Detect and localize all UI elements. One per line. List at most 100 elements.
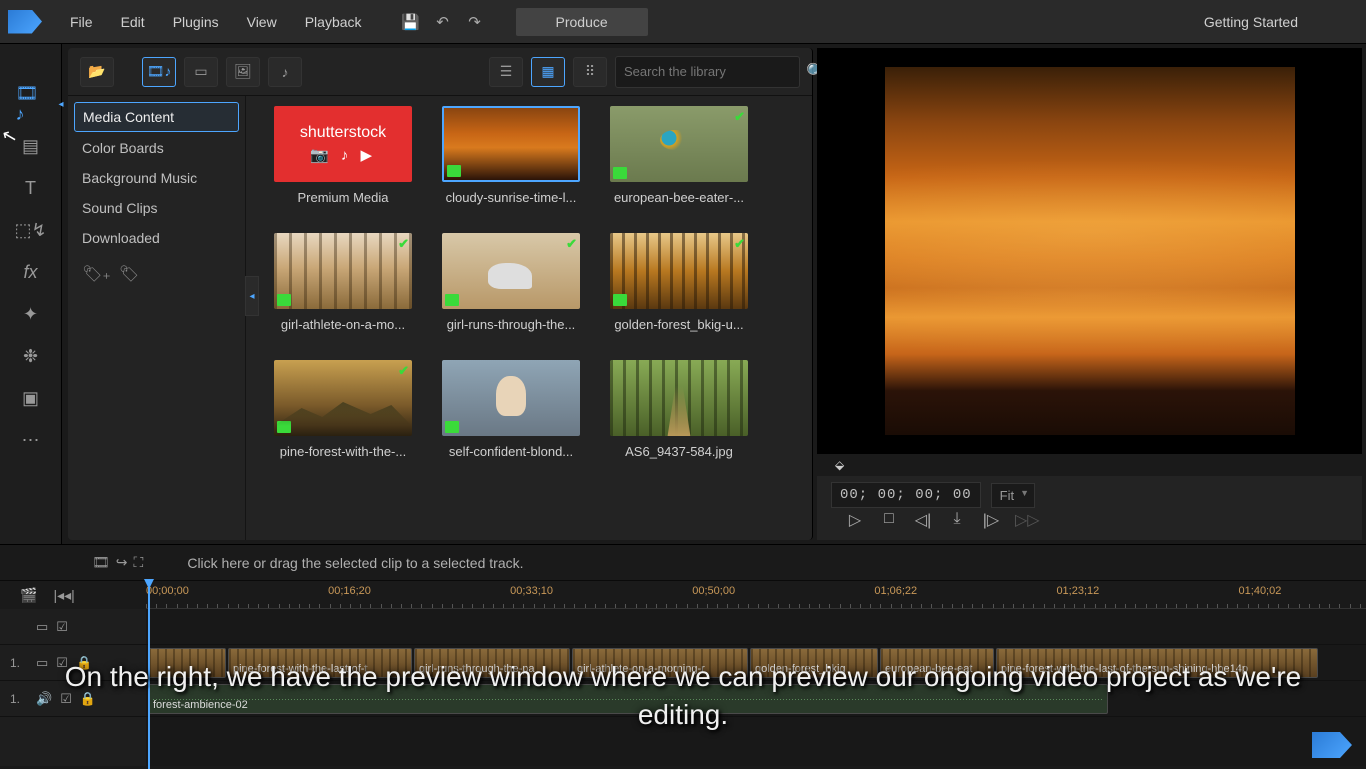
media-thumbnail[interactable]: ✔: [442, 233, 580, 309]
stop-icon[interactable]: □: [879, 510, 899, 530]
getting-started-link[interactable]: Getting Started: [1204, 14, 1298, 30]
media-thumbnail[interactable]: [442, 360, 580, 436]
search-input[interactable]: [624, 64, 800, 79]
media-item[interactable]: ✔girl-runs-through-the...: [442, 233, 580, 332]
timeline-clip[interactable]: girl-athlete-on-a-morning-r: [572, 648, 748, 678]
tl-tool-cut-icon[interactable]: 🎞: [92, 554, 110, 571]
cat-media-content[interactable]: Media Content: [74, 102, 239, 132]
rail-more-icon[interactable]: ⋯: [16, 428, 46, 452]
track-row-audio-1[interactable]: forest-ambience-02: [146, 681, 1366, 717]
track-lock-icon[interactable]: 🔒: [80, 691, 96, 707]
track-header-video-1[interactable]: 1.▭☑🔒: [0, 645, 146, 681]
used-check-icon: ✔: [566, 236, 577, 252]
media-item[interactable]: ✔pine-forest-with-the-...: [274, 360, 412, 459]
media-item[interactable]: ✔girl-athlete-on-a-mo...: [274, 233, 412, 332]
play-icon[interactable]: ▷: [845, 510, 865, 530]
cat-downloaded[interactable]: Downloaded: [74, 224, 239, 252]
media-thumbnail[interactable]: ✔: [274, 233, 412, 309]
filter-all-icon[interactable]: 🎞♪: [142, 57, 176, 87]
rail-transition-icon[interactable]: ⬚↯: [16, 218, 46, 242]
media-thumbnail[interactable]: ✔: [610, 233, 748, 309]
timeline-clip[interactable]: [148, 648, 226, 678]
tl-view-movie-icon[interactable]: 🎬: [20, 587, 37, 604]
tag-add-icon[interactable]: 🏷₊: [82, 264, 111, 284]
timeline-clip[interactable]: pine-forest-with-the-last-of-the-sun-shi…: [996, 648, 1318, 678]
clip-badge-icon: [613, 294, 627, 306]
view-list-icon[interactable]: ☰: [489, 57, 523, 87]
track-visible-icon[interactable]: ☑: [56, 655, 68, 671]
track-content[interactable]: pine-forest-with-the-last-of-tgirl-runs-…: [146, 609, 1366, 766]
menu-playback[interactable]: Playback: [293, 8, 374, 36]
media-item[interactable]: shutterstock📷 ♪ ▶Premium Media: [274, 106, 412, 205]
ruler-tick-label: 00;50;00: [692, 585, 735, 597]
track-visible-icon[interactable]: ☑: [56, 619, 68, 635]
view-grid-icon[interactable]: ▦: [531, 57, 565, 87]
tag-icon[interactable]: 🏷: [119, 264, 139, 284]
snapshot-icon[interactable]: ⤓: [947, 510, 967, 530]
next-frame-icon[interactable]: |▷: [981, 510, 1001, 530]
track-row-video-1[interactable]: pine-forest-with-the-last-of-tgirl-runs-…: [146, 645, 1366, 681]
media-item[interactable]: self-confident-blond...: [442, 360, 580, 459]
search-box[interactable]: 🔍: [615, 56, 800, 88]
rail-overlay-icon[interactable]: ✦: [16, 302, 46, 326]
timeline-clip[interactable]: girl-runs-through-the-pa: [414, 648, 570, 678]
ruler-tick-label: 01;06;22: [874, 585, 917, 597]
track-visible-icon[interactable]: ☑: [60, 691, 72, 707]
track-row-master[interactable]: [146, 609, 1366, 645]
media-thumbnail[interactable]: shutterstock📷 ♪ ▶: [274, 106, 412, 182]
playhead[interactable]: [148, 581, 150, 769]
rail-media-icon[interactable]: 🎞♪: [16, 92, 46, 116]
prev-frame-icon[interactable]: ◁|: [913, 510, 933, 530]
save-icon[interactable]: 💾: [398, 9, 424, 35]
rail-fx-icon[interactable]: fx: [16, 260, 46, 284]
cat-sound-clips[interactable]: Sound Clips: [74, 194, 239, 222]
track-header-master[interactable]: ▭☑: [0, 609, 146, 645]
menu-edit[interactable]: Edit: [109, 8, 157, 36]
media-item[interactable]: ✔european-bee-eater-...: [610, 106, 748, 205]
timeline-clip[interactable]: european-bee-eat: [880, 648, 994, 678]
media-item[interactable]: AS6_9437-584.jpg: [610, 360, 748, 459]
used-check-icon: ✔: [398, 363, 409, 379]
track-lock-icon[interactable]: 🔒: [76, 655, 92, 671]
rail-particle-icon[interactable]: ❉: [16, 344, 46, 368]
menu-view[interactable]: View: [235, 8, 289, 36]
redo-icon[interactable]: ↷: [462, 9, 488, 35]
media-label: self-confident-blond...: [442, 444, 580, 459]
media-grid-scroll[interactable]: shutterstock📷 ♪ ▶Premium Media cloudy-sun…: [246, 96, 812, 540]
filter-image-icon[interactable]: 🖼: [226, 57, 260, 87]
rail-subtitle-icon[interactable]: ▣: [16, 386, 46, 410]
clip-badge-icon: [613, 167, 627, 179]
timeline-audio-clip[interactable]: forest-ambience-02: [148, 684, 1108, 714]
menu-plugins[interactable]: Plugins: [161, 8, 231, 36]
media-thumbnail[interactable]: [610, 360, 748, 436]
fast-forward-icon[interactable]: ▷▷: [1015, 510, 1035, 530]
cat-color-boards[interactable]: Color Boards: [74, 134, 239, 162]
rail-rooms-icon[interactable]: ▤: [16, 134, 46, 158]
zoom-fit-dropdown[interactable]: Fit: [991, 483, 1035, 508]
tl-tool-crop-icon[interactable]: ⛶: [134, 554, 144, 571]
cat-background-music[interactable]: Background Music: [74, 164, 239, 192]
preview-canvas[interactable]: [817, 48, 1362, 454]
view-options-icon[interactable]: ⠿: [573, 57, 607, 87]
produce-button[interactable]: Produce: [516, 8, 648, 36]
media-item[interactable]: ✔golden-forest_bkig-u...: [610, 233, 748, 332]
filter-audio-icon[interactable]: ♪: [268, 57, 302, 87]
menu-file[interactable]: File: [58, 8, 105, 36]
tl-view-marker-icon[interactable]: |◂◂|: [53, 587, 74, 604]
undo-icon[interactable]: ↶: [430, 9, 456, 35]
timeline-clip[interactable]: pine-forest-with-the-last-of-t: [228, 648, 412, 678]
media-item[interactable]: cloudy-sunrise-time-l...: [442, 106, 580, 205]
media-thumbnail[interactable]: ✔: [610, 106, 748, 182]
media-thumbnail[interactable]: ✔: [274, 360, 412, 436]
scrub-marker-icon[interactable]: ⬙: [835, 458, 844, 472]
timeline-clip[interactable]: golden-forest_bkig: [750, 648, 878, 678]
filter-video-icon[interactable]: ▭: [184, 57, 218, 87]
timecode-display[interactable]: 00; 00; 00; 00: [831, 482, 981, 508]
tl-tool-arrow-icon[interactable]: ↪: [116, 554, 128, 571]
media-thumbnail[interactable]: [442, 106, 580, 182]
timeline-ruler[interactable]: 🎬 |◂◂| 00;00;0000;16;2000;33;1000;50;000…: [0, 581, 1366, 609]
import-media-icon[interactable]: 📂: [80, 57, 114, 87]
track-header-audio-1[interactable]: 1.🔊☑🔒: [0, 681, 146, 717]
rail-title-icon[interactable]: T: [16, 176, 46, 200]
preview-scrubber[interactable]: ⬙: [817, 454, 1362, 476]
